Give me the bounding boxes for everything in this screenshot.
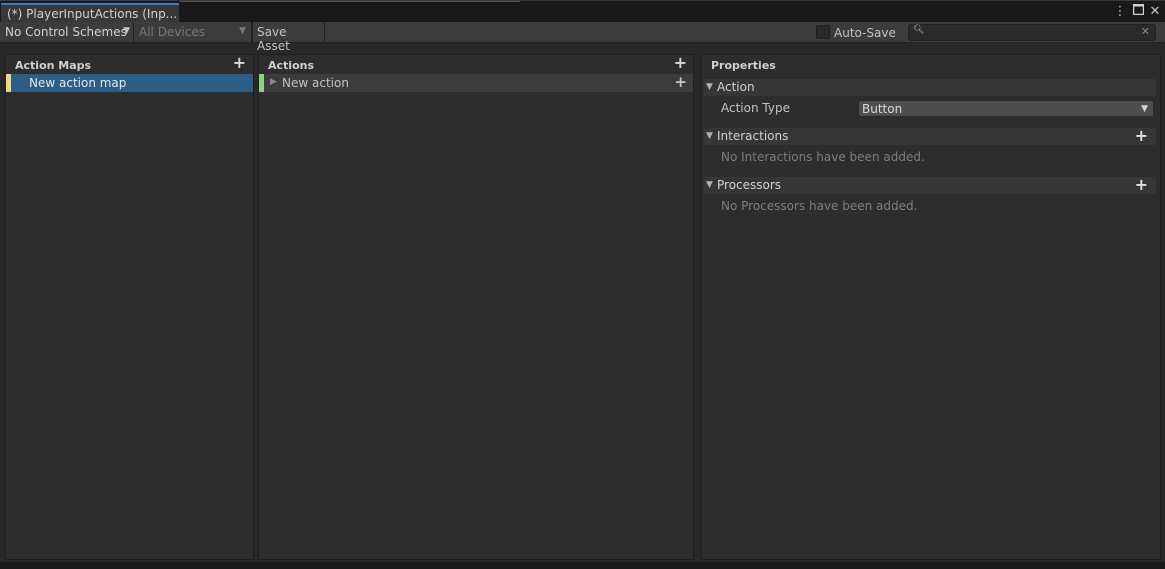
action-item[interactable]: ▶ New action + xyxy=(259,73,693,92)
add-binding-icon[interactable]: + xyxy=(674,73,687,91)
window-tab[interactable]: (*) PlayerInputActions (Inp... xyxy=(1,3,179,23)
collapse-triangle-icon: ▼ xyxy=(706,82,713,92)
window-tab-title: (*) PlayerInputActions (Inp... xyxy=(7,7,178,21)
control-schemes-label: No Control Schemes xyxy=(5,25,127,39)
processors-section-header[interactable]: ▼ Processors + xyxy=(704,175,1156,194)
control-schemes-dropdown[interactable]: No Control Schemes ▼ xyxy=(0,22,134,43)
devices-label: All Devices xyxy=(139,25,205,39)
save-asset-button[interactable]: Save Asset xyxy=(252,22,325,53)
input-actions-window: (*) PlayerInputActions (Inp... ⋮ ✕ No Co… xyxy=(0,0,1165,569)
interactions-section-header[interactable]: ▼ Interactions + xyxy=(704,126,1156,145)
actions-title: Actions xyxy=(268,59,314,72)
action-type-label: Action Type xyxy=(721,101,790,115)
action-map-color-stripe xyxy=(6,74,11,92)
no-processors-text: No Processors have been added. xyxy=(721,199,918,213)
kebab-menu-icon[interactable]: ⋮ xyxy=(1113,4,1127,19)
properties-title: Properties xyxy=(711,59,776,72)
no-interactions-text: No Interactions have been added. xyxy=(721,150,925,164)
action-type-value: Button xyxy=(862,102,903,116)
save-asset-label: Save Asset xyxy=(257,25,290,53)
action-maps-title: Action Maps xyxy=(15,59,92,72)
interactions-section-title: Interactions xyxy=(717,129,789,143)
add-action-map-button[interactable]: + xyxy=(233,55,246,71)
collapse-triangle-icon: ▼ xyxy=(706,131,713,141)
collapse-triangle-icon: ▼ xyxy=(706,180,713,190)
add-interaction-button[interactable]: + xyxy=(1135,126,1148,145)
tab-bar-divider xyxy=(180,1,520,2)
processors-section-title: Processors xyxy=(717,178,782,192)
auto-save-label: Auto-Save xyxy=(834,26,896,40)
search-icon: 🔍︎ xyxy=(913,25,925,35)
action-maps-panel: Action Maps + xyxy=(5,54,254,560)
actions-panel: Actions + xyxy=(258,54,694,560)
action-type-dropdown[interactable]: Button ▼ xyxy=(858,100,1154,117)
close-icon[interactable]: ✕ xyxy=(1148,4,1162,19)
action-map-item[interactable]: New action map xyxy=(6,74,253,92)
action-label: New action xyxy=(282,76,349,90)
maximize-icon[interactable] xyxy=(1131,3,1145,19)
chevron-down-icon: ▼ xyxy=(123,26,130,36)
properties-header: Properties xyxy=(702,55,1160,75)
actions-header: Actions + xyxy=(259,55,693,75)
action-color-stripe xyxy=(259,74,264,92)
action-section-title: Action xyxy=(717,80,755,94)
action-section-header[interactable]: ▼ Action xyxy=(704,79,1156,96)
chevron-down-icon: ▼ xyxy=(239,26,246,36)
toolbar: No Control Schemes ▼ All Devices ▼ Save … xyxy=(0,22,1165,53)
action-map-label: New action map xyxy=(29,76,127,90)
auto-save-checkbox[interactable] xyxy=(816,25,830,39)
add-processor-button[interactable]: + xyxy=(1135,175,1148,194)
chevron-down-icon: ▼ xyxy=(1141,104,1148,114)
devices-dropdown[interactable]: All Devices ▼ xyxy=(134,22,252,43)
action-maps-header: Action Maps + xyxy=(6,55,253,75)
add-action-button[interactable]: + xyxy=(674,55,687,71)
expand-triangle-icon[interactable]: ▶ xyxy=(270,77,277,87)
search-input[interactable]: 🔍︎ ✕ xyxy=(908,24,1156,41)
tab-bar: (*) PlayerInputActions (Inp... ⋮ ✕ xyxy=(0,0,1165,23)
clear-icon[interactable]: ✕ xyxy=(1141,25,1150,38)
bottom-strip xyxy=(0,562,1165,569)
